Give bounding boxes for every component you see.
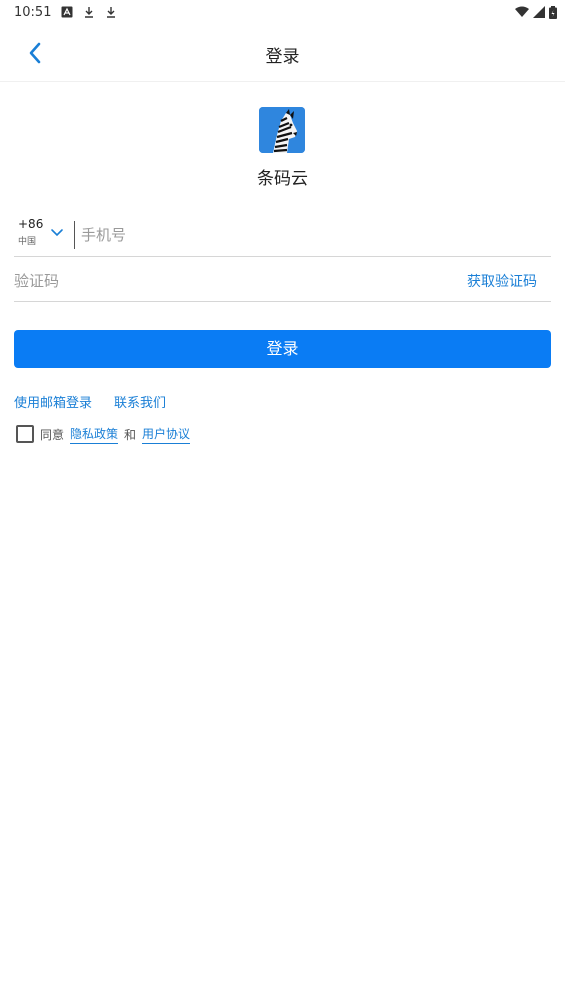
agree-prefix: 同意 xyxy=(40,427,65,442)
agree-and: 和 xyxy=(124,427,137,442)
phone-input[interactable] xyxy=(81,222,541,248)
phone-divider xyxy=(74,221,75,249)
wifi-icon xyxy=(515,6,529,17)
get-code-button[interactable]: 获取验证码 xyxy=(467,271,537,291)
app-logo xyxy=(259,107,305,153)
country-code-selector[interactable]: +86 中国 xyxy=(18,217,68,249)
app-header: 登录 xyxy=(0,24,565,82)
code-row: 获取验证码 xyxy=(14,258,551,302)
app-name: 条码云 xyxy=(257,169,308,189)
verification-code-input[interactable] xyxy=(14,268,394,294)
chevron-down-icon xyxy=(51,229,63,237)
email-login-link[interactable]: 使用邮箱登录 xyxy=(14,392,92,411)
download-icon xyxy=(107,7,116,18)
zebra-icon xyxy=(259,107,305,153)
page-title: 登录 xyxy=(265,47,300,67)
phone-row: +86 中国 xyxy=(14,212,551,257)
contact-us-link[interactable]: 联系我们 xyxy=(114,392,166,411)
status-bar: 10:51 xyxy=(0,0,565,24)
status-time: 10:51 xyxy=(14,4,52,20)
status-right xyxy=(515,5,557,19)
a-icon xyxy=(61,6,73,18)
user-agreement-link[interactable]: 用户协议 xyxy=(142,425,191,444)
download-icon xyxy=(85,7,94,18)
links-row: 使用邮箱登录 联系我们 xyxy=(14,392,166,411)
status-left: 10:51 xyxy=(14,5,117,20)
agree-checkbox[interactable] xyxy=(16,425,34,443)
privacy-policy-link[interactable]: 隐私政策 xyxy=(70,425,119,444)
login-button[interactable]: 登录 xyxy=(14,330,551,368)
login-page: 10:51 登录 条码云 +86 中国 手机号 验证码 获取验证码 登录 使用邮… xyxy=(0,0,565,1004)
agreement-row: 同意 隐私政策 和 用户协议 xyxy=(16,424,196,444)
country-code-number: +86 xyxy=(18,217,44,231)
signal-icon xyxy=(533,6,545,18)
country-code-name: 中国 xyxy=(18,237,37,247)
battery-icon xyxy=(549,5,557,19)
